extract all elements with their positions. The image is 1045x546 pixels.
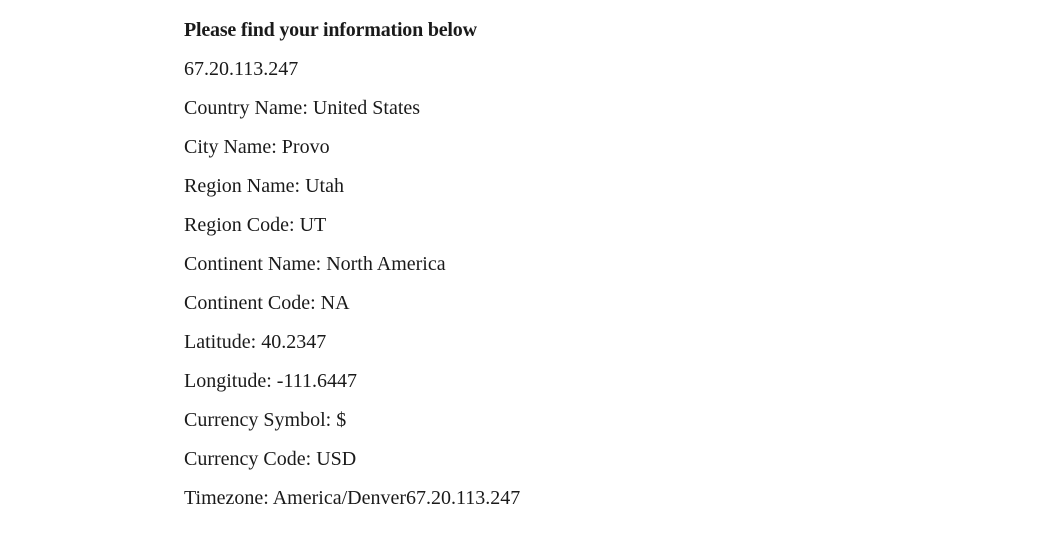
field-value: $ [336,409,347,431]
field-label: Longitude [184,370,267,392]
field-latitude: Latitude: 40.2347 [184,331,327,353]
ip-address: 67.20.113.247 [184,58,299,80]
field-value: UT [299,214,327,236]
field-label: Currency Code [184,448,306,470]
field-label: Currency Symbol [184,409,326,431]
field-currency-symbol: Currency Symbol: $ [184,409,347,431]
field-longitude: Longitude: -111.6447 [184,370,357,392]
page-heading: Please find your information below [184,19,477,41]
field-value: Provo [281,136,330,158]
field-label: Continent Code [184,292,311,314]
field-region-code: Region Code: UT [184,214,327,236]
field-value: NA [320,292,350,314]
field-value: United States [312,97,421,119]
field-label: Latitude [184,331,251,353]
field-label: Timezone [184,487,264,509]
field-timezone: Timezone: America/Denver67.20.113.247 [184,487,521,509]
field-value: America/Denver67.20.113.247 [272,487,521,509]
info-panel: Please find your information below 67.20… [184,16,984,523]
field-label: Country Name [184,97,303,119]
field-value: USD [316,448,357,470]
field-label: Continent Name [184,253,316,275]
field-continent-code: Continent Code: NA [184,292,350,314]
field-continent-name: Continent Name: North America [184,253,446,275]
field-value: North America [326,253,446,275]
field-label: Region Code [184,214,289,236]
field-value: Utah [305,175,344,197]
field-region-name: Region Name: Utah [184,175,344,197]
field-label: Region Name [184,175,295,197]
field-city-name: City Name: Provo [184,136,330,158]
field-value: -111.6447 [276,370,357,392]
field-label: City Name [184,136,272,158]
field-value: 40.2347 [261,331,327,353]
field-country-name: Country Name: United States [184,97,421,119]
field-currency-code: Currency Code: USD [184,448,357,470]
